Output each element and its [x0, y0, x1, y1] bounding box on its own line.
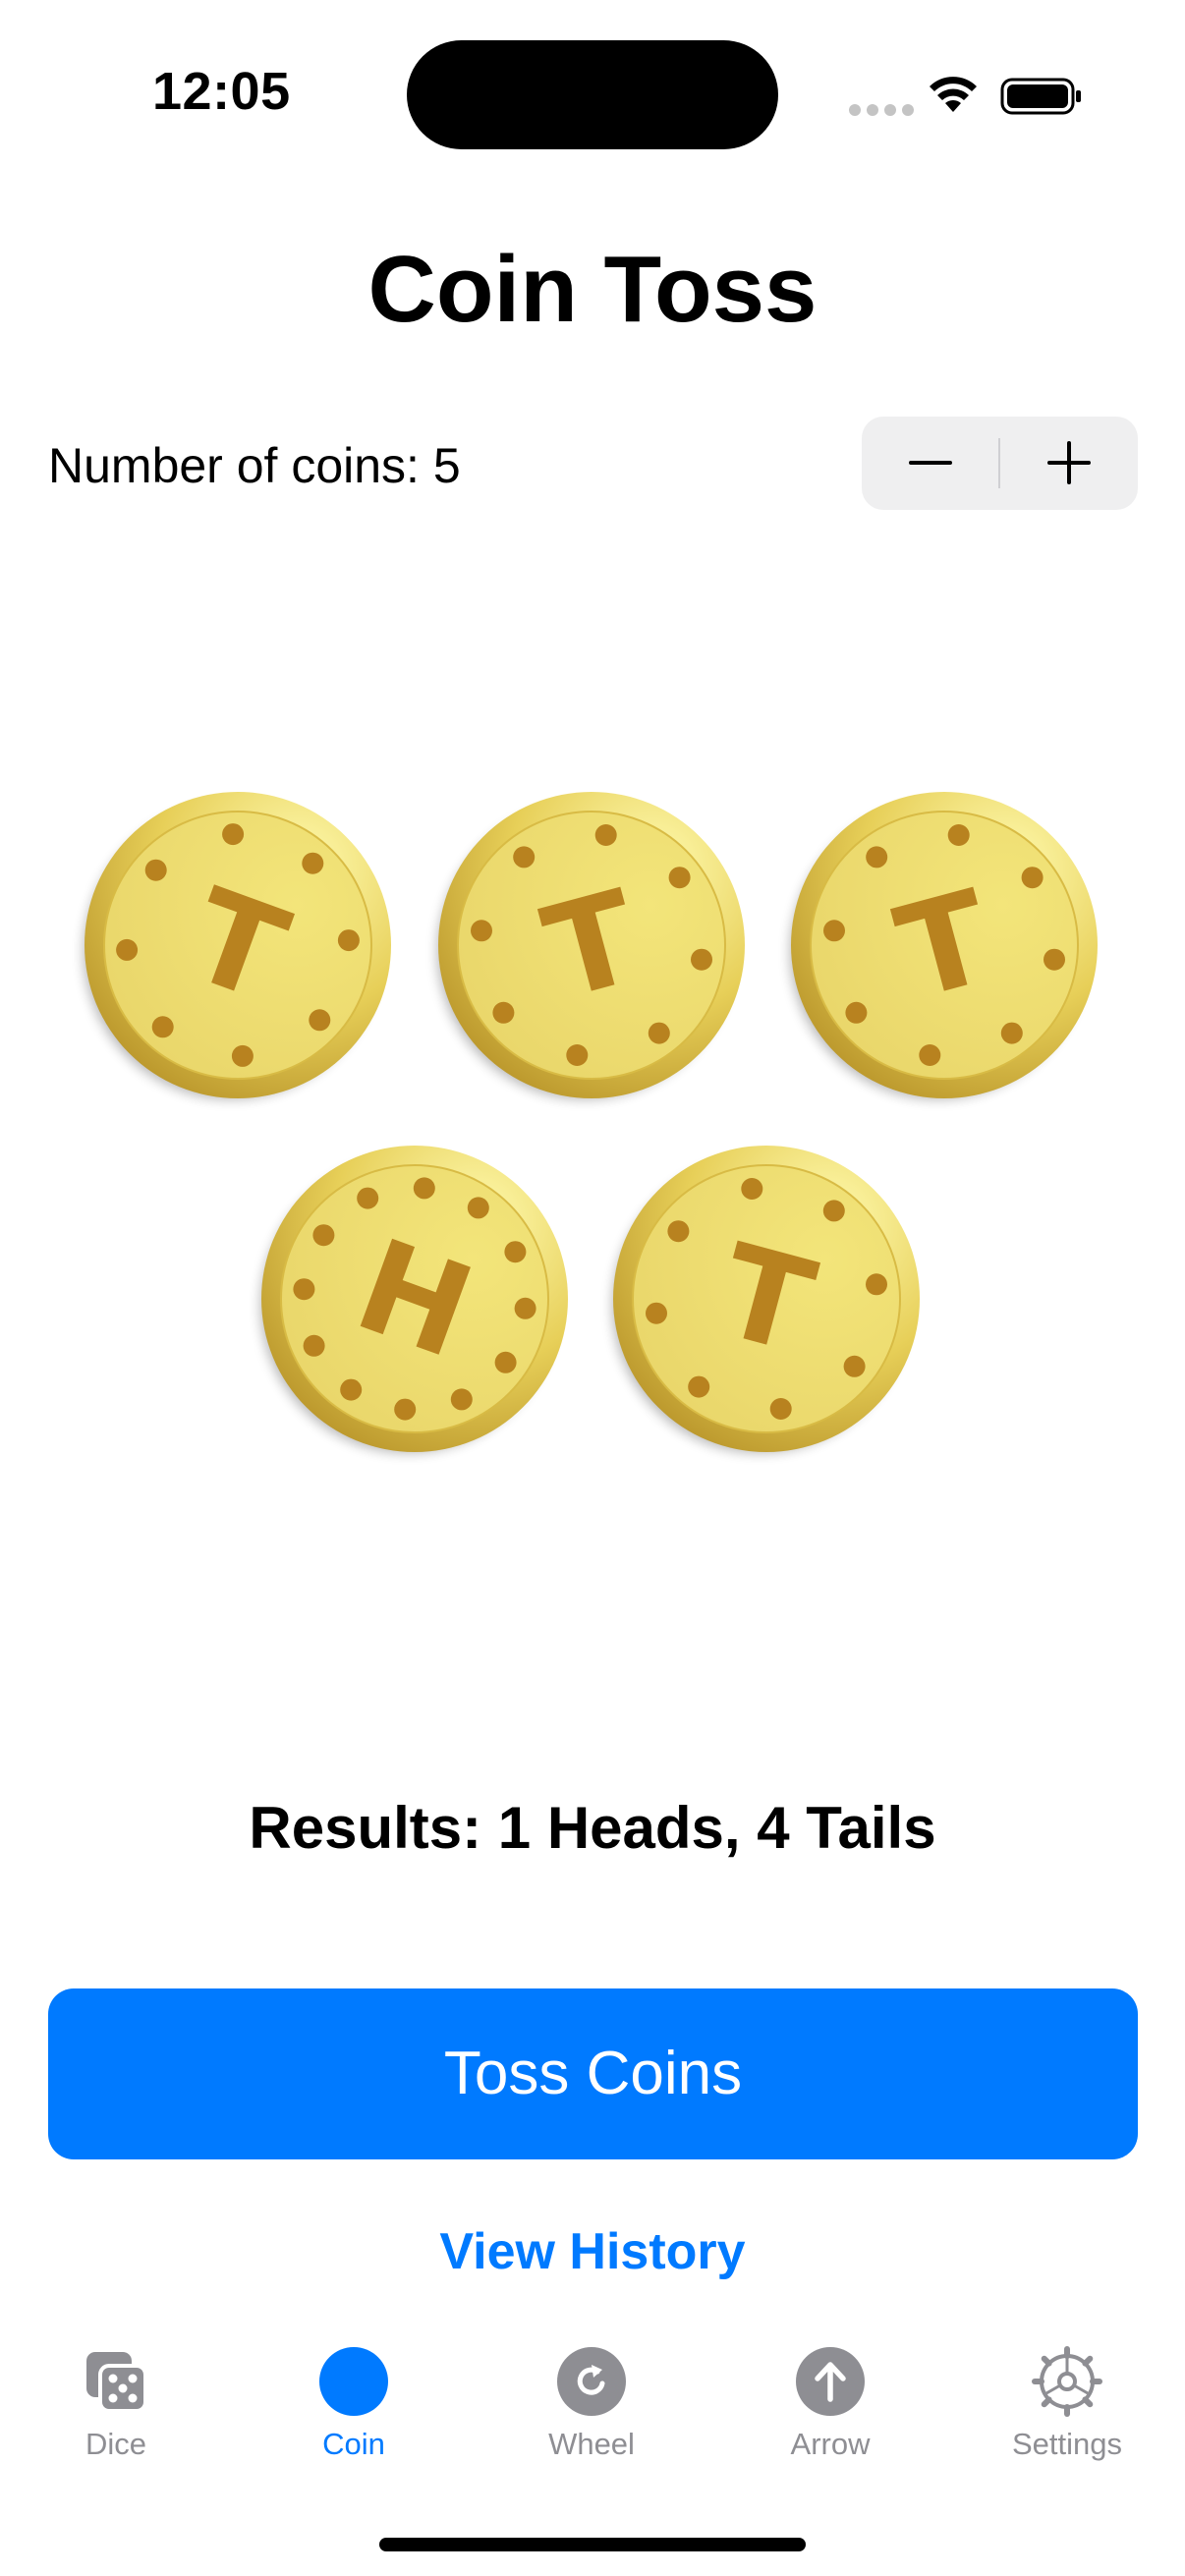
- coin-dot: [293, 1278, 315, 1301]
- tab-label: Dice: [85, 2427, 146, 2461]
- coin-dot: [1044, 948, 1065, 971]
- tab-label: Coin: [322, 2427, 385, 2461]
- tab-arrow[interactable]: Arrow: [732, 2328, 929, 2476]
- battery-icon: [1000, 78, 1081, 115]
- coin-dot: [450, 1388, 473, 1411]
- coin-dot: [668, 867, 691, 889]
- coin-dot: [947, 824, 970, 846]
- coin-dot: [467, 1197, 489, 1219]
- coin-dot: [337, 929, 360, 952]
- dice-icon: [86, 2352, 147, 2413]
- tab-wheel[interactable]: Wheel: [493, 2328, 690, 2476]
- gear-icon: [1032, 2346, 1102, 2417]
- tab-bar: Dice Coin Wheel Arrow Settings: [0, 2328, 1185, 2486]
- decrement-button[interactable]: [862, 417, 999, 510]
- tab-label: Wheel: [548, 2427, 635, 2461]
- coin-dot: [648, 1022, 670, 1044]
- coin-dot: [504, 1241, 527, 1263]
- coin-dot: [413, 1177, 435, 1200]
- screen: 12:05 Coin Toss Number of coins: 5 TTTHT…: [0, 0, 1185, 2576]
- coin-dot: [394, 1398, 417, 1421]
- coin-dot: [919, 1044, 941, 1066]
- status-time: 12:05: [152, 62, 291, 121]
- cellular-signal-icon: [849, 104, 914, 116]
- view-history-link[interactable]: View History: [0, 2222, 1185, 2281]
- coin: T: [790, 791, 1099, 1099]
- tab-coin[interactable]: Coin: [255, 2328, 452, 2476]
- coin: H: [260, 1145, 569, 1453]
- tab-dice[interactable]: Dice: [18, 2328, 214, 2476]
- coin-dot: [222, 823, 245, 846]
- coin-dot: [866, 1273, 887, 1296]
- coin-dot: [494, 1351, 517, 1373]
- coin: T: [437, 791, 746, 1099]
- coin-dot: [566, 1044, 589, 1066]
- coin-dot: [312, 1224, 335, 1247]
- coin-dot: [667, 1220, 690, 1243]
- coin-dot: [231, 1044, 254, 1067]
- coin-dot: [691, 948, 712, 971]
- coin-dot: [1021, 867, 1044, 889]
- coin-dot: [1000, 1022, 1023, 1044]
- coin-dot: [303, 1334, 325, 1357]
- coin-dot: [309, 1009, 331, 1032]
- tab-settings[interactable]: Settings: [969, 2328, 1165, 2476]
- coin-dot: [471, 920, 492, 942]
- dynamic-island: [407, 40, 778, 149]
- coin-dot: [688, 1375, 710, 1398]
- minus-icon: [909, 461, 952, 465]
- coin-dot: [866, 846, 888, 868]
- coin-dot: [514, 1297, 536, 1319]
- coin-dot: [823, 920, 845, 942]
- coin-count-label: Number of coins: 5: [48, 438, 461, 493]
- coin-dot: [151, 1016, 174, 1038]
- tab-label: Arrow: [790, 2427, 871, 2461]
- coin-count-stepper: [862, 417, 1138, 510]
- wifi-icon: [930, 77, 977, 112]
- increment-button[interactable]: [1000, 417, 1138, 510]
- arrow-icon: [796, 2347, 865, 2416]
- coin-dot: [845, 1001, 868, 1024]
- home-indicator: [379, 2538, 806, 2551]
- results-text: Results: 1 Heads, 4 Tails: [249, 1795, 936, 1861]
- coin-dot: [646, 1302, 667, 1324]
- page-title: Coin Toss: [367, 237, 818, 342]
- coin-dot: [302, 852, 324, 874]
- coin-dot: [492, 1001, 515, 1024]
- toss-coins-button[interactable]: Toss Coins: [48, 1988, 1138, 2159]
- coin-dot: [822, 1200, 845, 1222]
- coin: T: [612, 1145, 921, 1453]
- coin-icon: [319, 2347, 388, 2416]
- coin-dot: [741, 1178, 763, 1200]
- wheel-icon: [557, 2347, 626, 2416]
- coin-dot: [116, 938, 139, 961]
- coin-dot: [843, 1355, 866, 1377]
- coin-dot: [357, 1187, 379, 1209]
- tab-label: Settings: [1011, 2427, 1122, 2461]
- coin-dot: [769, 1398, 792, 1420]
- coin-dot: [513, 846, 536, 868]
- coin: T: [84, 791, 392, 1099]
- coin-dot: [144, 859, 167, 881]
- coin-dot: [340, 1378, 363, 1401]
- coin-dot: [594, 824, 617, 846]
